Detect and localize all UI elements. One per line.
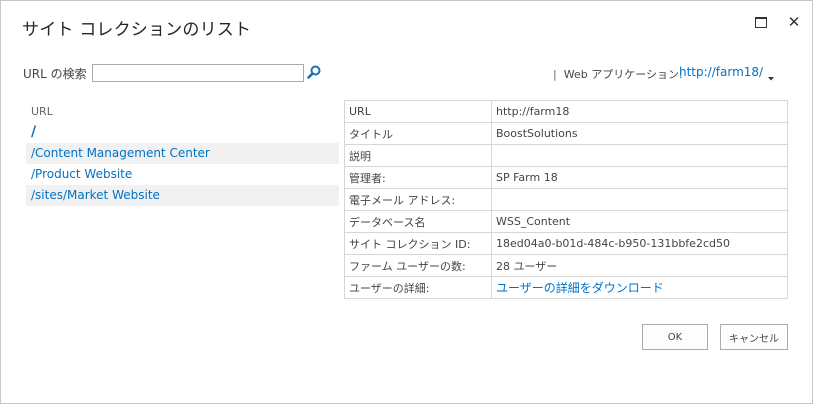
details-row-user-details: ユーザーの詳細: ユーザーの詳細をダウンロード <box>344 276 788 299</box>
search-label: URL の検索 <box>23 67 87 81</box>
details-row-description: 説明 <box>344 144 788 167</box>
details-value: http://farm18 <box>491 100 788 123</box>
details-row-database: データベース名 WSS_Content <box>344 210 788 233</box>
search-icon <box>307 65 321 79</box>
site-list-item[interactable]: /Product Website <box>26 164 339 185</box>
details-key: URL <box>344 100 492 123</box>
details-value: 28 ユーザー <box>491 254 788 277</box>
separator: | <box>553 68 557 81</box>
maximize-button[interactable] <box>752 13 770 31</box>
details-key: タイトル <box>344 122 492 145</box>
site-list-item[interactable]: /sites/Market Website <box>26 185 339 206</box>
maximize-icon <box>755 17 767 28</box>
details-value-cell: ユーザーの詳細をダウンロード <box>491 276 788 299</box>
site-list: / /Content Management Center /Product We… <box>26 122 339 206</box>
download-user-details-link[interactable]: ユーザーの詳細をダウンロード <box>496 281 664 295</box>
site-collection-dialog: サイト コレクションのリスト ✕ URL の検索 | Web アプリケーション: … <box>0 0 813 404</box>
details-row-user-count: ファーム ユーザーの数: 28 ユーザー <box>344 254 788 277</box>
dialog-title: サイト コレクションのリスト <box>22 20 252 40</box>
details-key: 電子メール アドレス: <box>344 188 492 211</box>
site-list-item[interactable]: / <box>26 122 339 143</box>
details-key: サイト コレクション ID: <box>344 232 492 255</box>
web-application-link[interactable]: http://farm18/ <box>679 65 763 79</box>
close-button[interactable]: ✕ <box>785 13 803 31</box>
chevron-down-icon <box>768 77 774 81</box>
details-key: ユーザーの詳細: <box>344 276 492 299</box>
details-value: SP Farm 18 <box>491 166 788 189</box>
details-key: 説明 <box>344 144 492 167</box>
details-value <box>491 188 788 211</box>
details-key: ファーム ユーザーの数: <box>344 254 492 277</box>
details-row-admin: 管理者: SP Farm 18 <box>344 166 788 189</box>
details-row-site-id: サイト コレクション ID: 18ed04a0-b01d-484c-b950-1… <box>344 232 788 255</box>
search-input[interactable] <box>92 64 304 82</box>
details-value: WSS_Content <box>491 210 788 233</box>
web-application-picker: | Web アプリケーション: <box>553 66 683 82</box>
details-value: 18ed04a0-b01d-484c-b950-131bbfe2cd50 <box>491 232 788 255</box>
details-row-email: 電子メール アドレス: <box>344 188 788 211</box>
details-value <box>491 144 788 167</box>
ok-button[interactable]: OK <box>642 324 708 350</box>
details-row-url: URL http://farm18 <box>344 100 788 123</box>
details-row-title: タイトル BoostSolutions <box>344 122 788 145</box>
cancel-button[interactable]: キャンセル <box>720 324 788 350</box>
details-key: 管理者: <box>344 166 492 189</box>
web-application-label: Web アプリケーション: <box>563 68 683 81</box>
site-details-table: URL http://farm18 タイトル BoostSolutions 説明… <box>344 100 788 299</box>
details-value: BoostSolutions <box>491 122 788 145</box>
web-application-dropdown[interactable] <box>766 68 776 81</box>
close-icon: ✕ <box>787 13 801 31</box>
site-list-item[interactable]: /Content Management Center <box>26 143 339 164</box>
details-key: データベース名 <box>344 210 492 233</box>
search-button[interactable] <box>306 64 322 80</box>
site-list-header: URL <box>31 105 53 118</box>
